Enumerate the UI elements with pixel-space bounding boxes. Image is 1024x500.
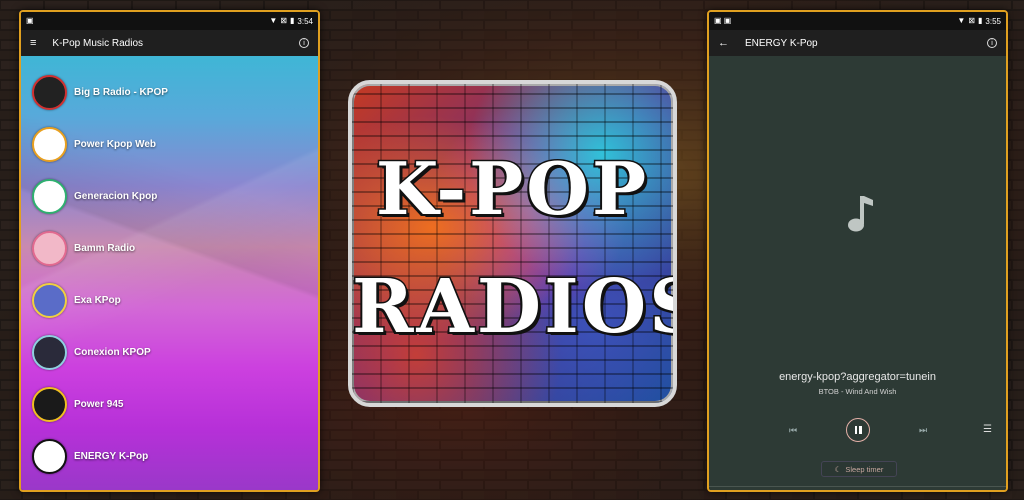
station-title: ENERGY K-Pop bbox=[745, 37, 818, 49]
no-sim-icon: ⊠ bbox=[280, 16, 288, 25]
music-note-icon bbox=[848, 196, 873, 232]
back-arrow-icon[interactable]: ← bbox=[718, 37, 729, 49]
previous-button[interactable]: ⏮ bbox=[789, 425, 797, 436]
info-icon[interactable]: i bbox=[299, 38, 309, 48]
station-list-item[interactable]: Power Kpop Web bbox=[21, 118, 318, 170]
wifi-icon: ▼ bbox=[269, 16, 278, 25]
next-button[interactable]: ⏭ bbox=[919, 425, 927, 436]
status-time: 3:55 bbox=[985, 16, 1001, 26]
station-logo bbox=[32, 334, 67, 370]
station-name: Power Kpop Web bbox=[74, 138, 157, 150]
song-title: BTOB - Wind And Wish bbox=[818, 387, 897, 396]
station-list: Big B Radio - KPOP Power Kpop Web Generaci… bbox=[21, 56, 318, 490]
sleep-timer-label: Sleep timer bbox=[845, 464, 884, 474]
station-logo bbox=[32, 126, 67, 162]
app-bar: ← ENERGY K-Pop i bbox=[709, 30, 1006, 56]
pause-icon-bar bbox=[859, 426, 862, 434]
station-name: Power 945 bbox=[74, 398, 124, 410]
right-phone-screenshot: ▣ ▣ ▼ ⊠ ▮ 3:55 ← ENERGY K-Pop i energy-k… bbox=[707, 10, 1008, 492]
no-sim-icon: ⊠ bbox=[968, 16, 976, 25]
station-logo bbox=[32, 230, 67, 266]
station-logo bbox=[32, 438, 67, 474]
logo-text-line-1: K-POP bbox=[374, 145, 650, 233]
station-name: Exa KPop bbox=[74, 294, 121, 306]
pause-icon bbox=[854, 426, 857, 434]
status-bar: ▣ ▣ ▼ ⊠ ▮ 3:55 bbox=[709, 12, 1006, 30]
station-logo bbox=[32, 178, 67, 214]
station-list-item[interactable]: Conexion KPOP bbox=[21, 326, 318, 378]
station-name: ENERGY K-Pop bbox=[74, 450, 149, 462]
station-name: Conexion KPOP bbox=[74, 346, 151, 358]
notification-icon: ▣ bbox=[26, 16, 34, 25]
player-screen: energy-kpop?aggregator=tunein BTOB - Win… bbox=[709, 56, 1006, 490]
station-logo bbox=[32, 386, 67, 422]
playlist-icon[interactable]: ☰ bbox=[983, 424, 992, 435]
logo-brick-texture bbox=[352, 84, 673, 403]
sleep-timer-button[interactable]: ☾ Sleep timer bbox=[821, 461, 897, 477]
station-list-item[interactable]: ENERGY K-Pop bbox=[21, 430, 318, 482]
status-bar: ▣ ▼ ⊠ ▮ 3:54 bbox=[21, 12, 318, 30]
logo-text-line-2: RADIOS bbox=[352, 263, 677, 352]
battery-icon: ▮ bbox=[978, 16, 983, 25]
station-list-item[interactable]: Exa KPop bbox=[21, 274, 318, 326]
app-title: K-Pop Music Radios bbox=[52, 37, 144, 49]
info-icon[interactable]: i bbox=[987, 38, 997, 48]
notification-icon: ▣ ▣ bbox=[714, 16, 732, 25]
station-list-item[interactable]: Generacion Kpop bbox=[21, 170, 318, 222]
stream-title: energy-kpop?aggregator=tunein bbox=[779, 371, 936, 383]
wifi-icon: ▼ bbox=[957, 16, 966, 25]
pause-button[interactable] bbox=[846, 418, 870, 442]
divider bbox=[709, 486, 1006, 487]
battery-icon: ▮ bbox=[290, 16, 295, 25]
app-logo: K-POP RADIOS bbox=[348, 80, 677, 407]
station-name: Bamm Radio bbox=[74, 242, 136, 254]
menu-icon[interactable]: ≡ bbox=[30, 37, 36, 49]
station-list-item[interactable]: Power 945 bbox=[21, 378, 318, 430]
moon-icon: ☾ bbox=[834, 464, 842, 474]
station-list-item[interactable]: Big B Radio - KPOP bbox=[21, 66, 318, 118]
status-time: 3:54 bbox=[297, 16, 313, 26]
station-name: Generacion Kpop bbox=[74, 190, 158, 202]
left-phone-screenshot: ▣ ▼ ⊠ ▮ 3:54 ≡ K-Pop Music Radios i Big … bbox=[19, 10, 320, 492]
station-name: Big B Radio - KPOP bbox=[74, 86, 168, 98]
station-logo bbox=[32, 282, 67, 318]
station-list-item[interactable]: Bamm Radio bbox=[21, 222, 318, 274]
app-bar: ≡ K-Pop Music Radios i bbox=[21, 30, 318, 56]
station-logo bbox=[32, 74, 67, 110]
